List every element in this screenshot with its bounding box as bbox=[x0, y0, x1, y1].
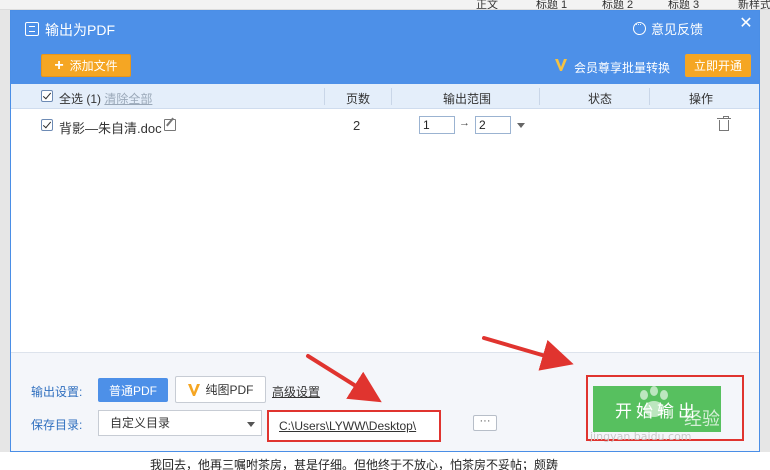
background-left-panel bbox=[0, 10, 10, 452]
style-normal[interactable]: 正文 bbox=[476, 0, 498, 9]
chevron-down-icon[interactable] bbox=[517, 123, 525, 128]
arrow-right-icon: → bbox=[459, 117, 470, 129]
style-heading-3[interactable]: 标题 3 bbox=[668, 0, 699, 9]
page-count: 2 bbox=[353, 118, 361, 133]
range-from-input[interactable]: 1 bbox=[419, 116, 455, 134]
add-file-label: 添加文件 bbox=[69, 59, 118, 73]
trash-icon[interactable] bbox=[717, 116, 731, 131]
header-range: 输出范围 bbox=[443, 92, 492, 106]
export-pdf-dialog: 输出为PDF 意见反馈 ✕ + 添加文件 会员尊享批量转换 立即开通 全选 (1… bbox=[10, 10, 760, 452]
column-divider bbox=[324, 88, 325, 105]
row-checkbox[interactable] bbox=[41, 119, 53, 131]
watermark-text: jingyan.baidu.com bbox=[590, 430, 692, 443]
header-status: 状态 bbox=[588, 92, 613, 106]
dir-mode-value: 自定义目录 bbox=[110, 416, 171, 430]
clear-all-link[interactable]: 清除全部 bbox=[104, 92, 152, 106]
select-all-label[interactable]: 全选 (1) 清除全部 bbox=[59, 90, 152, 107]
style-new[interactable]: 新样式 bbox=[738, 0, 770, 9]
column-divider bbox=[539, 88, 540, 105]
image-pdf-button[interactable]: 纯图PDF bbox=[175, 376, 266, 403]
chat-bubble-icon bbox=[633, 19, 646, 35]
plus-icon: + bbox=[54, 56, 64, 74]
dir-mode-select[interactable]: 自定义目录 bbox=[98, 410, 262, 436]
advanced-settings-link[interactable]: 高级设置 bbox=[272, 383, 320, 400]
file-table-header: 全选 (1) 清除全部 页数 输出范围 状态 操作 bbox=[11, 84, 759, 109]
member-promo-text: 会员尊享批量转换 bbox=[574, 61, 671, 75]
dialog-title-bar: 输出为PDF 意见反馈 ✕ + 添加文件 会员尊享批量转换 立即开通 bbox=[11, 11, 759, 84]
edit-icon[interactable] bbox=[164, 119, 176, 131]
chevron-down-icon bbox=[247, 422, 255, 427]
selected-count: (1) bbox=[86, 92, 102, 106]
close-button[interactable]: ✕ bbox=[738, 16, 754, 32]
select-all-checkbox[interactable] bbox=[41, 90, 53, 102]
range-to-input[interactable]: 2 bbox=[475, 116, 511, 134]
header-pages: 页数 bbox=[346, 92, 371, 106]
style-heading-1[interactable]: 标题 1 bbox=[536, 0, 567, 9]
output-setting-label: 输出设置: bbox=[31, 385, 83, 399]
feedback-label: 意见反馈 bbox=[651, 22, 704, 37]
dialog-title: 输出为PDF bbox=[45, 22, 115, 38]
file-name: 背影—朱自清.doc bbox=[59, 121, 162, 136]
background-doc-line: 我回去，他再三嘱咐茶房，甚是仔细。但他终于不放心，怕茶房不妥帖；颇踌 bbox=[150, 458, 559, 470]
style-heading-2[interactable]: 标题 2 bbox=[602, 0, 633, 9]
table-row: 背影—朱自清.doc 2 1 → 2 bbox=[11, 110, 759, 140]
save-dir-label: 保存目录: bbox=[31, 418, 83, 432]
header-action: 操作 bbox=[689, 92, 714, 106]
normal-pdf-button[interactable]: 普通PDF bbox=[98, 378, 168, 402]
open-membership-button[interactable]: 立即开通 bbox=[685, 54, 751, 77]
background-toolbar: 正文 标题 1 标题 2 标题 3 新样式 bbox=[0, 0, 770, 10]
feedback-button[interactable]: 意见反馈 bbox=[633, 19, 703, 38]
save-path-field[interactable]: C:\Users\LYWW\Desktop\ bbox=[267, 410, 441, 442]
vip-crown-icon bbox=[188, 383, 201, 396]
image-pdf-label: 纯图PDF bbox=[205, 383, 254, 397]
pdf-export-icon bbox=[25, 22, 39, 36]
column-divider bbox=[649, 88, 650, 105]
watermark-overlay: 经验 bbox=[684, 409, 720, 429]
vip-crown-icon bbox=[555, 59, 567, 71]
browse-button[interactable]: ··· bbox=[473, 415, 497, 431]
add-file-button[interactable]: + 添加文件 bbox=[41, 54, 131, 77]
column-divider bbox=[391, 88, 392, 105]
background-right-panel bbox=[760, 10, 770, 452]
